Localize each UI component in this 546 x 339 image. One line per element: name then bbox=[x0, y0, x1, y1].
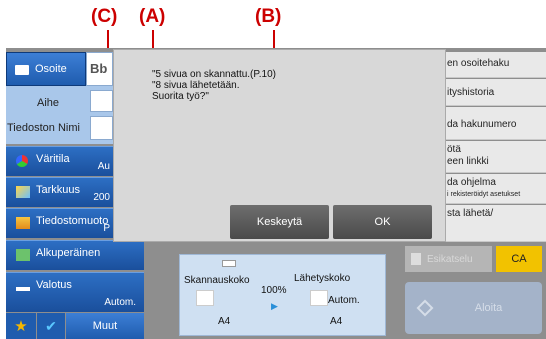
aloita-label: Aloita bbox=[474, 302, 503, 314]
tiedostomuoto-label: Tiedostomuoto bbox=[36, 215, 109, 227]
osoite-field[interactable]: Bb bbox=[86, 52, 113, 86]
tarkkuus-value: 200 bbox=[93, 192, 110, 203]
send-mode-label: Autom. bbox=[328, 295, 360, 306]
osoite-label: Osoite bbox=[35, 63, 67, 75]
star-icon: ★ bbox=[14, 318, 28, 335]
scan-mini-icon bbox=[222, 260, 236, 267]
right-item-label: da hakunumero bbox=[447, 119, 517, 130]
cancel-button[interactable]: Keskeytä bbox=[230, 205, 329, 239]
right-item-program[interactable]: da ohjelma i rekisteröidyt asetukset bbox=[445, 174, 546, 204]
alkuperainen-button[interactable]: Alkuperäinen bbox=[6, 240, 144, 270]
callout-a: (A) bbox=[139, 6, 166, 27]
dialog-message: "5 sivua on skannattu.(P.10) "8 sivua lä… bbox=[152, 69, 276, 102]
dialog-message-line-2: "8 sivua lähetetään. bbox=[152, 80, 240, 91]
send-document-icon bbox=[310, 290, 328, 306]
aloita-button[interactable]: Aloita bbox=[405, 282, 542, 334]
right-item-link[interactable]: ötä een linkki bbox=[445, 141, 546, 173]
right-item-label: da ohjelma bbox=[447, 177, 496, 188]
variltila-button[interactable]: Väritila Au bbox=[6, 146, 114, 176]
tarkkuus-button[interactable]: Tarkkuus 200 bbox=[6, 177, 114, 207]
arrow-right-icon: ▶ bbox=[271, 301, 278, 311]
tiedoston-nimi-input[interactable] bbox=[90, 116, 113, 140]
resolution-icon bbox=[16, 186, 30, 198]
callout-c: (C) bbox=[91, 6, 118, 27]
aihe-label: Aihe bbox=[37, 97, 60, 109]
callout-b: (B) bbox=[255, 6, 282, 27]
right-item-sublabel: een linkki bbox=[447, 156, 489, 167]
esikatselu-button[interactable]: Esikatselu bbox=[405, 246, 492, 272]
dialog-message-line-1: "5 sivua on skannattu.(P.10) bbox=[152, 69, 276, 80]
osoite-field-text: Bb bbox=[90, 61, 108, 76]
right-item-send[interactable]: sta lähetä/ bbox=[445, 205, 546, 242]
tiedoston-nimi-label: Tiedoston Nimi bbox=[7, 122, 80, 134]
color-mode-icon bbox=[16, 155, 28, 167]
tarkkuus-label: Tarkkuus bbox=[36, 184, 81, 196]
exposure-icon bbox=[16, 287, 30, 291]
variltila-value: Au bbox=[97, 161, 110, 172]
start-icon bbox=[416, 299, 434, 317]
tiedostomuoto-value: P bbox=[103, 223, 110, 234]
muut-button[interactable]: Muut bbox=[66, 313, 144, 339]
right-item-label: ityshistoria bbox=[447, 87, 495, 98]
right-item-sublabel: i rekisteröidyt asetukset bbox=[447, 191, 521, 198]
check-button[interactable]: ✔ bbox=[37, 313, 65, 339]
checkmark-icon: ✔ bbox=[45, 317, 57, 334]
right-item-address-search[interactable]: en osoitehaku bbox=[445, 52, 546, 78]
ca-label: CA bbox=[511, 253, 527, 265]
address-icon bbox=[15, 65, 29, 75]
original-icon bbox=[16, 249, 30, 261]
right-item-label: sta lähetä/ bbox=[447, 208, 494, 219]
ok-button[interactable]: OK bbox=[333, 205, 432, 239]
valotus-value: Autom. bbox=[104, 297, 136, 308]
scan-size-value: A4 bbox=[218, 316, 231, 327]
ok-label: OK bbox=[374, 216, 391, 228]
valotus-label: Valotus bbox=[36, 279, 72, 291]
cancel-label: Keskeytä bbox=[256, 216, 303, 228]
variltila-label: Väritila bbox=[36, 153, 70, 165]
send-size-value: A4 bbox=[330, 316, 343, 327]
valotus-button[interactable]: Valotus Autom. bbox=[6, 272, 144, 312]
preview-icon bbox=[411, 253, 421, 265]
alkuperainen-label: Alkuperäinen bbox=[36, 247, 101, 259]
ca-button[interactable]: CA bbox=[496, 246, 542, 272]
esikatselu-label: Esikatselu bbox=[427, 253, 473, 265]
muut-label: Muut bbox=[92, 320, 118, 332]
dialog-message-line-3: Suorita työ?" bbox=[152, 91, 209, 102]
tiedostomuoto-button[interactable]: Tiedostomuoto P bbox=[6, 208, 114, 238]
file-format-icon bbox=[16, 217, 30, 229]
scan-document-icon bbox=[196, 290, 214, 306]
skannauskoko-label: Skannauskoko bbox=[184, 275, 250, 286]
aihe-input[interactable] bbox=[90, 90, 113, 112]
ratio-label: 100% bbox=[261, 285, 287, 296]
right-item-history[interactable]: ityshistoria bbox=[445, 79, 546, 106]
right-item-label: en osoitehaku bbox=[447, 58, 510, 69]
osoite-button[interactable]: Osoite bbox=[6, 52, 86, 86]
favorite-button[interactable]: ★ bbox=[6, 313, 36, 339]
lahetyskoko-label: Lähetyskoko bbox=[294, 273, 351, 284]
right-item-label: ötä bbox=[447, 144, 461, 155]
right-item-search-number[interactable]: da hakunumero bbox=[445, 107, 546, 140]
